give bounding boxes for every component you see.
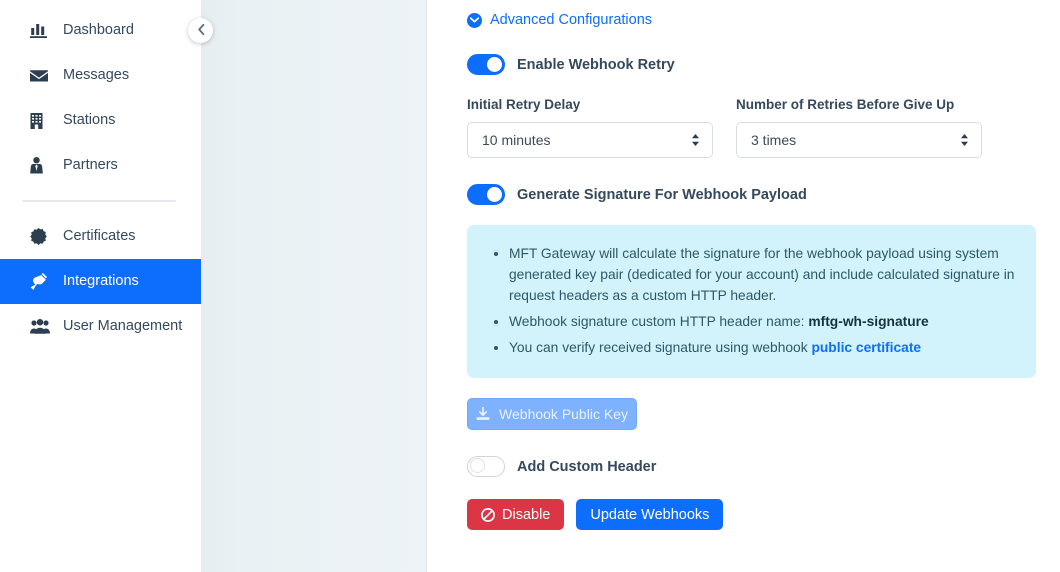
info-text: MFT Gateway will calculate the signature… — [509, 246, 1015, 303]
app-root: Dashboard Messages Stations Partners Cer… — [0, 0, 1060, 572]
webhook-public-key-button[interactable]: Webhook Public Key — [467, 398, 637, 430]
sidebar-item-label: Stations — [63, 112, 116, 129]
enable-webhook-retry-row: Enable Webhook Retry — [467, 54, 1036, 75]
toggle-knob — [470, 458, 485, 473]
disable-button[interactable]: Disable — [467, 499, 565, 530]
sidebar-item-label: Certificates — [63, 228, 136, 245]
enable-webhook-retry-label: Enable Webhook Retry — [517, 56, 675, 73]
sidebar-collapse-button[interactable] — [188, 18, 213, 43]
sidebar-item-partners[interactable]: Partners — [0, 143, 201, 188]
chart-bar-icon — [30, 23, 52, 38]
chevron-down-circle-icon — [467, 12, 482, 28]
sort-updown-icon — [691, 133, 700, 147]
info-text: Webhook signature custom HTTP header nam… — [509, 314, 809, 329]
plug-icon — [30, 273, 52, 290]
sidebar-item-stations[interactable]: Stations — [0, 98, 201, 143]
sidebar-item-user-management[interactable]: User Management — [0, 304, 201, 349]
add-custom-header-label: Add Custom Header — [517, 458, 657, 475]
header-name-value: mftg-wh-signature — [808, 314, 929, 329]
generate-signature-row: Generate Signature For Webhook Payload — [467, 184, 1036, 205]
public-certificate-link[interactable]: public certificate — [811, 340, 921, 355]
advanced-configurations-toggle[interactable]: Advanced Configurations — [467, 12, 652, 28]
update-webhooks-button[interactable]: Update Webhooks — [576, 499, 724, 530]
certificate-icon — [30, 228, 52, 245]
users-icon — [30, 319, 52, 334]
signature-info-box: MFT Gateway will calculate the signature… — [467, 225, 1036, 378]
sidebar-item-label: Dashboard — [63, 22, 134, 39]
sidebar-divider — [22, 200, 176, 202]
sidebar-item-label: Partners — [63, 157, 118, 174]
building-icon — [30, 112, 52, 129]
sidebar-item-integrations[interactable]: Integrations — [0, 259, 201, 304]
ban-icon — [481, 507, 495, 522]
initial-retry-delay-group: Initial Retry Delay 10 minutes — [467, 97, 713, 158]
generate-signature-toggle[interactable] — [467, 184, 505, 205]
info-text: You can verify received signature using … — [509, 340, 812, 355]
sidebar-item-label: Messages — [63, 67, 130, 84]
advanced-configurations-label: Advanced Configurations — [490, 12, 653, 28]
download-icon — [476, 407, 490, 421]
retries-before-give-up-group: Number of Retries Before Give Up 3 times — [736, 97, 982, 158]
list-item: You can verify received signature using … — [509, 337, 1016, 358]
retries-before-give-up-value: 3 times — [751, 132, 797, 148]
sidebar-item-certificates[interactable]: Certificates — [0, 214, 201, 259]
add-custom-header-row: Add Custom Header — [467, 456, 1036, 477]
envelope-icon — [30, 69, 52, 83]
secondary-panel — [201, 0, 427, 572]
initial-retry-delay-label: Initial Retry Delay — [467, 97, 581, 112]
sidebar: Dashboard Messages Stations Partners Cer… — [0, 0, 201, 572]
toggle-knob — [487, 187, 502, 202]
signature-info-list: MFT Gateway will calculate the signature… — [487, 243, 1016, 358]
form-actions: Disable Update Webhooks — [467, 499, 1036, 530]
list-item: MFT Gateway will calculate the signature… — [509, 243, 1016, 306]
enable-webhook-retry-toggle[interactable] — [467, 54, 505, 75]
list-item: Webhook signature custom HTTP header nam… — [509, 311, 1016, 332]
sidebar-item-label: User Management — [63, 318, 183, 335]
add-custom-header-toggle[interactable] — [467, 456, 505, 477]
disable-button-label: Disable — [502, 506, 551, 523]
update-webhooks-label: Update Webhooks — [590, 506, 710, 523]
generate-signature-label: Generate Signature For Webhook Payload — [517, 186, 807, 203]
retry-settings-grid: Initial Retry Delay 10 minutes Number of… — [467, 97, 1036, 158]
main-content: Advanced Configurations Enable Webhook R… — [427, 0, 1060, 572]
sidebar-item-label: Integrations — [63, 273, 139, 290]
sidebar-item-messages[interactable]: Messages — [0, 53, 201, 98]
sidebar-item-dashboard[interactable]: Dashboard — [0, 8, 201, 53]
initial-retry-delay-value: 10 minutes — [482, 132, 551, 148]
retries-before-give-up-label: Number of Retries Before Give Up — [736, 97, 955, 112]
initial-retry-delay-select[interactable]: 10 minutes — [467, 122, 713, 158]
toggle-knob — [487, 57, 502, 72]
chevron-left-icon — [197, 23, 205, 38]
user-tie-icon — [30, 157, 52, 174]
retries-before-give-up-select[interactable]: 3 times — [736, 122, 982, 158]
webhook-public-key-label: Webhook Public Key — [499, 406, 628, 422]
sort-updown-icon — [960, 133, 969, 147]
